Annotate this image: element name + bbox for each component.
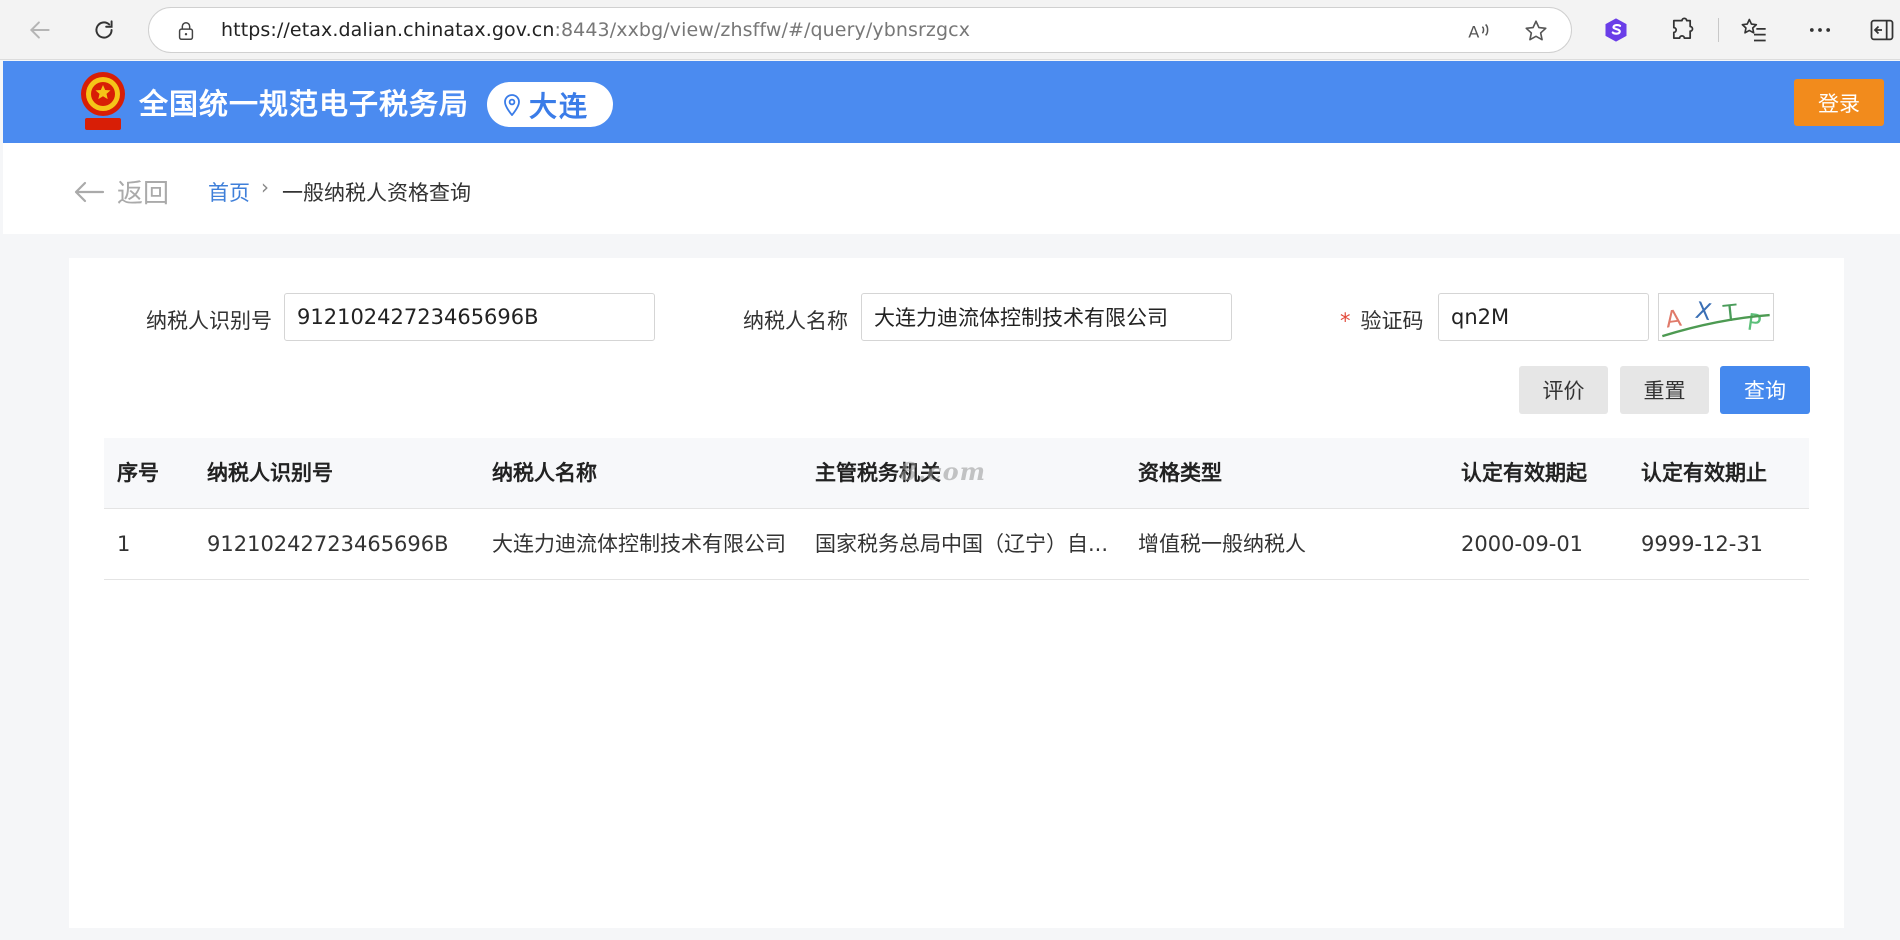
refresh-icon[interactable]	[86, 12, 122, 48]
column-header: 认定有效期起	[1461, 461, 1587, 485]
captcha-input[interactable]	[1438, 293, 1649, 341]
evaluate-button[interactable]: 评价	[1519, 366, 1608, 414]
reset-button[interactable]: 重置	[1620, 366, 1709, 414]
captcha-image[interactable]: A X T P	[1658, 293, 1774, 341]
read-aloud-icon[interactable]: A	[1465, 18, 1491, 44]
location-pin-icon	[504, 93, 520, 116]
toolbar-divider	[1718, 18, 1719, 42]
table-cell: 国家税务总局中国（辽宁）自...	[815, 532, 1109, 556]
site-title: 全国统一规范电子税务局	[139, 87, 470, 121]
back-label: 返回	[117, 179, 170, 209]
city-name: 大连	[529, 89, 590, 123]
extensions-puzzle-icon[interactable]	[1668, 16, 1696, 44]
favorite-star-icon[interactable]	[1523, 18, 1549, 44]
login-button[interactable]: 登录	[1794, 79, 1884, 126]
svg-text:X: X	[1693, 298, 1713, 326]
breadcrumb-separator: ›	[261, 175, 269, 199]
left-arrow-icon	[74, 181, 105, 202]
taxpayer-id-input[interactable]	[284, 293, 655, 341]
breadcrumb: 返回 首页 › 一般纳税人资格查询	[3, 143, 1900, 234]
table-cell: 1	[117, 532, 131, 556]
breadcrumb-home-link[interactable]: 首页	[208, 177, 250, 207]
url-host: https://etax.dalian.chinatax.gov.cn	[221, 19, 555, 41]
column-header: 资格类型	[1138, 461, 1222, 485]
query-button[interactable]: 查询	[1720, 366, 1810, 414]
column-header: 纳税人名称	[492, 461, 597, 485]
svg-text:P: P	[1745, 310, 1762, 338]
city-selector[interactable]: 大连	[487, 82, 613, 127]
table-cell: 9999-12-31	[1641, 532, 1764, 556]
captcha-label-text: 验证码	[1360, 309, 1424, 333]
watermark-text: 8.com	[900, 457, 987, 486]
url-text[interactable]: https://etax.dalian.chinatax.gov.cn:8443…	[221, 19, 970, 41]
svg-text:T: T	[1721, 300, 1740, 328]
lock-icon[interactable]	[175, 20, 197, 42]
extension-s-icon[interactable]	[1602, 16, 1630, 44]
query-panel: 纳税人识别号 纳税人名称 * 验证码 A X T P 评价 重置 查询 序号 纳税…	[69, 258, 1844, 928]
favorites-list-icon[interactable]	[1740, 16, 1768, 44]
taxpayer-name-label: 纳税人名称	[743, 309, 848, 333]
table-cell: 91210242723465696B	[207, 532, 449, 556]
national-emblem-logo	[81, 72, 125, 130]
svg-text:A: A	[1664, 306, 1683, 334]
taxpayer-id-label: 纳税人识别号	[146, 309, 272, 333]
sidebar-toggle-icon[interactable]	[1868, 16, 1896, 44]
breadcrumb-current: 一般纳税人资格查询	[282, 181, 471, 205]
table-cell: 大连力迪流体控制技术有限公司	[492, 532, 786, 556]
captcha-label: * 验证码	[1340, 305, 1424, 335]
table-row: 1 91210242723465696B 大连力迪流体控制技术有限公司 国家税务…	[104, 509, 1809, 580]
column-header: 纳税人识别号	[207, 461, 333, 485]
column-header: 序号	[117, 461, 159, 485]
taxpayer-name-input[interactable]	[861, 293, 1232, 341]
column-header: 认定有效期止	[1641, 461, 1767, 485]
back-link[interactable]: 返回	[73, 173, 169, 210]
back-arrow-icon[interactable]	[22, 12, 58, 48]
table-cell: 增值税一般纳税人	[1138, 532, 1306, 556]
browser-toolbar: https://etax.dalian.chinatax.gov.cn:8443…	[0, 0, 1900, 60]
site-header: 全国统一规范电子税务局 大连 登录	[3, 61, 1900, 143]
more-options-icon[interactable]	[1806, 16, 1834, 44]
address-bar[interactable]: https://etax.dalian.chinatax.gov.cn:8443…	[148, 7, 1572, 53]
url-path: :8443/xxbg/view/zhsffw/#/query/ybnsrzgcx	[554, 19, 971, 41]
table-cell: 2000-09-01	[1461, 532, 1584, 556]
svg-text:A: A	[1468, 23, 1479, 42]
required-mark: *	[1340, 309, 1351, 333]
